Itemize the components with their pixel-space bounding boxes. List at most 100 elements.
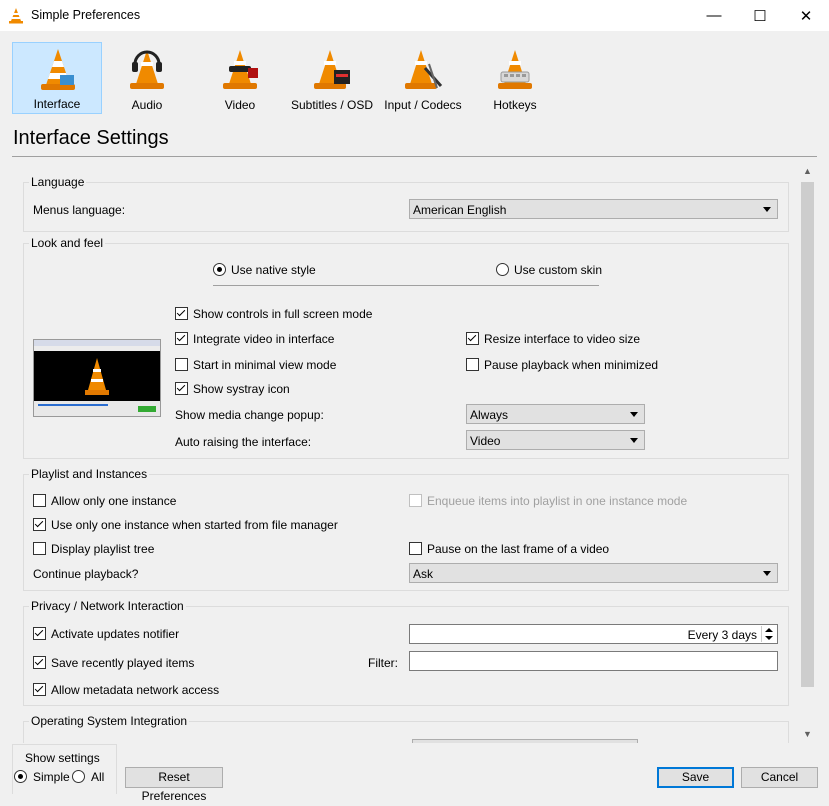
os-integration-title: Operating System Integration (29, 714, 190, 728)
media-popup-select[interactable]: Always (466, 404, 645, 424)
playlist-tree-checkbox[interactable] (33, 542, 46, 555)
file-manager-instance-checkbox[interactable] (33, 518, 46, 531)
category-label: Audio (131, 98, 163, 112)
auto-raise-value: Video (470, 434, 501, 448)
category-label: Input / Codecs (384, 98, 462, 112)
window-title: Simple Preferences (31, 8, 141, 22)
os-integration-button[interactable] (412, 739, 638, 743)
custom-skin-radio[interactable] (496, 263, 509, 276)
systray-label: Show systray icon (193, 382, 290, 396)
integrate-video-label: Integrate video in interface (193, 332, 335, 346)
interface-preview-image (33, 339, 161, 417)
heading-divider (12, 156, 817, 157)
one-instance-label: Allow only one instance (51, 494, 177, 508)
hotkeys-cone-icon (498, 50, 532, 89)
media-popup-label: Show media change popup: (175, 408, 324, 422)
recent-items-checkbox[interactable] (33, 656, 46, 669)
menus-language-select[interactable]: American English (409, 199, 778, 219)
look-and-feel-title: Look and feel (29, 236, 106, 250)
update-frequency-spinbox[interactable]: Every 3 days (409, 624, 778, 644)
custom-skin-label: Use custom skin (514, 263, 603, 277)
chevron-down-icon (763, 571, 771, 576)
continue-playback-select[interactable]: Ask (409, 563, 778, 583)
category-interface[interactable]: Interface (12, 42, 102, 114)
one-instance-checkbox[interactable] (33, 494, 46, 507)
category-label: Video (224, 98, 256, 112)
vertical-scrollbar[interactable]: ▲ ▼ (799, 163, 816, 743)
resize-interface-label: Resize interface to video size (484, 332, 641, 346)
systray-checkbox[interactable] (175, 382, 188, 395)
reset-preferences-button[interactable]: Reset Preferences (125, 767, 223, 803)
maximize-button[interactable]: ☐ (737, 0, 783, 31)
pause-minimized-label: Pause playback when minimized (484, 358, 659, 372)
media-popup-value: Always (470, 408, 509, 422)
preview-cone-icon (85, 358, 109, 395)
interface-cone-icon (41, 49, 75, 90)
chevron-down-icon (630, 412, 638, 417)
category-hotkeys[interactable]: Hotkeys (470, 42, 560, 114)
skin-divider (213, 285, 599, 286)
title-bar: Simple Preferences — ☐ ✕ (0, 0, 829, 31)
save-button[interactable]: Save (657, 767, 734, 788)
playlist-group-title: Playlist and Instances (29, 467, 150, 481)
page-title: Interface Settings (13, 127, 169, 149)
minimize-button[interactable]: — (691, 0, 737, 31)
category-label: Subtitles / OSD (290, 98, 374, 112)
privacy-group-title: Privacy / Network Interaction (29, 599, 186, 613)
pause-last-frame-label: Pause on the last frame of a video (427, 542, 610, 556)
integrate-video-checkbox[interactable] (175, 332, 188, 345)
settings-scroll-area: Language Menus language: American Englis… (12, 163, 817, 743)
filter-label: Filter: (368, 656, 398, 670)
resize-interface-checkbox[interactable] (466, 332, 479, 345)
pause-last-frame-checkbox[interactable] (409, 542, 422, 555)
simple-settings-radio[interactable] (14, 770, 27, 783)
native-style-label: Use native style (231, 263, 316, 277)
menus-language-label: Menus language: (33, 203, 126, 217)
minimal-view-checkbox[interactable] (175, 358, 188, 371)
all-settings-label: All (91, 770, 105, 784)
update-frequency-value: Every 3 days (687, 628, 757, 642)
enqueue-label: Enqueue items into playlist in one insta… (427, 494, 688, 508)
category-video[interactable]: Video (195, 42, 285, 114)
show-settings-title: Show settings (23, 751, 102, 765)
recent-items-label: Save recently played items (51, 656, 195, 670)
metadata-access-label: Allow metadata network access (51, 683, 220, 697)
close-button[interactable]: ✕ (783, 0, 829, 31)
auto-raise-select[interactable]: Video (466, 430, 645, 450)
scroll-down-icon[interactable]: ▼ (799, 726, 816, 743)
chevron-down-icon (763, 207, 771, 212)
continue-playback-value: Ask (413, 567, 434, 581)
vlc-cone-icon (9, 8, 23, 24)
category-subtitles-osd[interactable]: Subtitles / OSD (287, 42, 377, 114)
audio-cone-icon (130, 50, 164, 89)
native-style-radio[interactable] (213, 263, 226, 276)
video-cone-icon (223, 50, 258, 89)
language-group-title: Language (29, 175, 87, 189)
spin-up-icon[interactable] (765, 628, 773, 632)
minimal-view-label: Start in minimal view mode (193, 358, 337, 372)
category-label: Hotkeys (493, 98, 537, 112)
spin-buttons[interactable] (761, 626, 776, 642)
fullscreen-controls-checkbox[interactable] (175, 307, 188, 320)
continue-playback-label: Continue playback? (33, 567, 139, 581)
fullscreen-controls-label: Show controls in full screen mode (193, 307, 373, 321)
all-settings-radio[interactable] (72, 770, 85, 783)
file-manager-instance-label: Use only one instance when started from … (51, 518, 338, 532)
filter-input[interactable] (409, 651, 778, 671)
updates-notifier-checkbox[interactable] (33, 627, 46, 640)
enqueue-checkbox[interactable] (409, 494, 422, 507)
chevron-down-icon (630, 438, 638, 443)
cancel-button[interactable]: Cancel (741, 767, 818, 788)
auto-raise-label: Auto raising the interface: (175, 435, 312, 449)
scroll-thumb[interactable] (801, 182, 814, 687)
category-label: Interface (33, 97, 81, 111)
playlist-tree-label: Display playlist tree (51, 542, 155, 556)
scroll-up-icon[interactable]: ▲ (799, 163, 816, 180)
subtitles-cone-icon (314, 50, 350, 89)
input-codecs-cone-icon (405, 50, 443, 89)
spin-down-icon[interactable] (765, 636, 773, 640)
metadata-access-checkbox[interactable] (33, 683, 46, 696)
pause-minimized-checkbox[interactable] (466, 358, 479, 371)
category-input-codecs[interactable]: Input / Codecs (378, 42, 468, 114)
category-audio[interactable]: Audio (102, 42, 192, 114)
